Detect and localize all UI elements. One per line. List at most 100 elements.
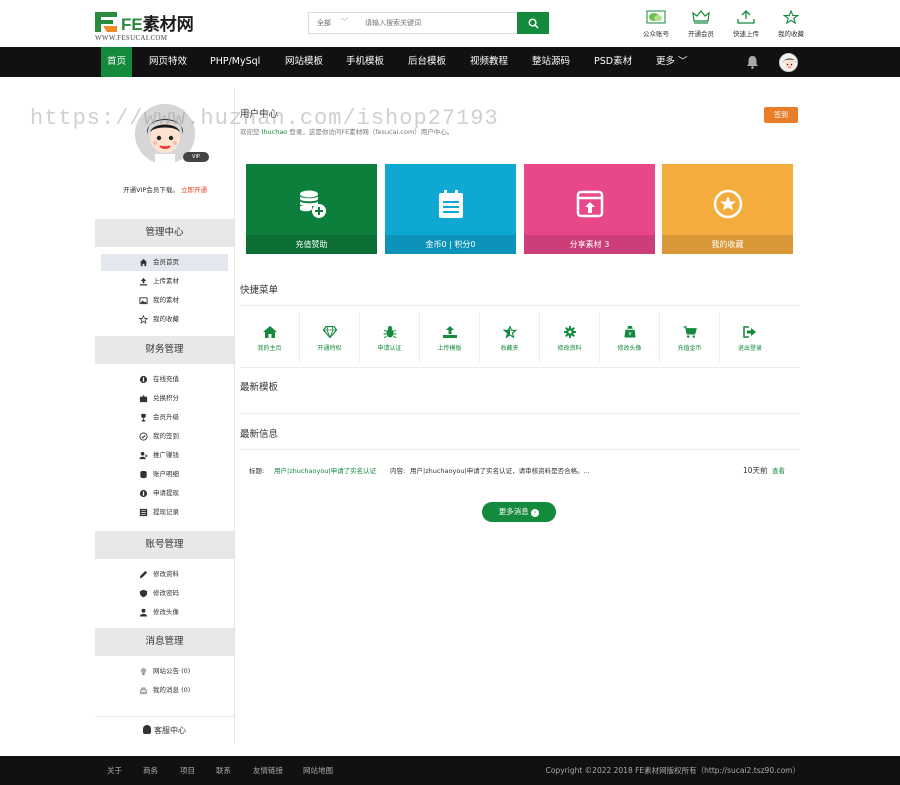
quick-logout[interactable]: 退出登录 (720, 312, 780, 362)
search-button[interactable] (517, 12, 549, 34)
header-upload[interactable]: 快速上传 (731, 10, 761, 38)
sidebar-item-label: 修改资料 (153, 570, 179, 578)
user-plus-icon (139, 451, 148, 460)
coin-icon (139, 489, 148, 498)
nav-full-source[interactable]: 整站源码 (526, 47, 576, 77)
coin-icon (139, 375, 148, 384)
pencil-icon (139, 570, 148, 579)
quick-favorites[interactable]: 收藏夹 (480, 312, 540, 362)
sidebar-item-upgrade[interactable]: 会员升级 (101, 409, 228, 426)
quick-recharge-coins[interactable]: 充值金币 (660, 312, 720, 362)
quick-edit-avatar[interactable]: ¥ 修改头像 (600, 312, 660, 362)
nav-admin-templates[interactable]: 后台模板 (402, 47, 452, 77)
sidebar-item-withdraw-records[interactable]: 提现记录 (101, 504, 228, 521)
quick-upload-template[interactable]: 上传模板 (420, 312, 480, 362)
nav-web-effects[interactable]: 网页特效 (143, 47, 193, 77)
quick-label: 开通特权 (317, 345, 342, 352)
footer-link-about[interactable]: 关于 (107, 765, 122, 776)
logo-mark-icon (95, 12, 117, 32)
sign-in-button[interactable]: 签到 (764, 107, 798, 123)
news-view-link[interactable]: 查看 (772, 465, 785, 475)
footer-link-friends[interactable]: 友情链接 (253, 765, 283, 776)
svg-text:¥: ¥ (628, 332, 631, 338)
quick-label: 退出登录 (737, 345, 762, 352)
main-nav: 首页 网页特效 PHP/MySql 网站模板 手机模板 后台模板 视频教程 整站… (0, 47, 900, 77)
header-icon-label: 公众账号 (643, 30, 669, 38)
sidebar-item-withdraw[interactable]: 申请提现 (101, 485, 228, 502)
vip-text: 开通VIP会员下载。 (123, 186, 179, 194)
sidebar-item-announcements[interactable]: 网站公告 (0) (101, 663, 228, 680)
sidebar-item-account-details[interactable]: 账户明细 (101, 466, 228, 483)
footer-link-projects[interactable]: 项目 (180, 765, 195, 776)
sidebar-item-favorites[interactable]: 我的收藏 (101, 311, 228, 328)
star-icon (783, 10, 799, 24)
quick-label: 修改资料 (557, 345, 582, 352)
bell-icon[interactable] (746, 55, 759, 69)
card-favorites[interactable]: 我的收藏 (662, 164, 793, 254)
sidebar-item-label: 修改密码 (153, 589, 179, 597)
sidebar: VIP 开通VIP会员下载。 立即开通 管理中心 会员首页 上传素材 我的素材 … (95, 89, 235, 744)
card-shared[interactable]: 分享素材 3 (524, 164, 655, 254)
sidebar-item-my-materials[interactable]: 我的素材 (101, 292, 228, 309)
logo-url: WWW.FESUCAI.COM (95, 34, 168, 42)
quick-menu-title: 快捷菜单 (240, 285, 279, 296)
check-circle-icon (139, 432, 148, 441)
sidebar-item-checkin[interactable]: 我的签到 (101, 428, 228, 445)
nav-site-templates[interactable]: 网站模板 (279, 47, 329, 77)
header-favorites[interactable]: 我的收藏 (776, 10, 806, 38)
header-vip[interactable]: 开通会员 (686, 10, 716, 38)
user-avatar-small[interactable] (779, 53, 798, 72)
footer-link-business[interactable]: 商务 (143, 765, 158, 776)
vip-open-link[interactable]: 立即开通 (181, 186, 207, 194)
database-icon (140, 470, 147, 479)
more-messages-button[interactable]: 更多消息 › (482, 502, 556, 522)
sidebar-item-upload[interactable]: 上传素材 (101, 273, 228, 290)
card-label: 金币0 | 积分0 (385, 235, 516, 254)
footer-link-sitemap[interactable]: 网站地图 (303, 765, 333, 776)
customer-service-link[interactable]: 客服中心 (95, 716, 234, 744)
nav-psd[interactable]: PSD素材 (588, 47, 638, 77)
divider (240, 413, 800, 414)
nav-more[interactable]: 更多 ﹀ (650, 47, 694, 77)
search-input[interactable] (365, 13, 515, 33)
sidebar-item-change-avatar[interactable]: 修改头像 (101, 604, 228, 621)
sidebar-item-exchange-points[interactable]: 兑换积分 (101, 390, 228, 407)
footer-copyright: Copyright ©2022 2018 FE素材网版权所有（http://su… (545, 766, 800, 775)
quick-label: 上传模板 (437, 345, 462, 352)
sidebar-item-edit-profile[interactable]: 修改资料 (101, 566, 228, 583)
search-category[interactable]: 全部 (317, 18, 331, 28)
upload-icon (737, 10, 755, 24)
news-time: 10天前 (743, 466, 768, 475)
sidebar-item-label: 我的签到 (153, 432, 179, 440)
card-recharge[interactable]: 充值赞助 (246, 164, 377, 254)
chevron-down-icon[interactable]: ﹀ (341, 17, 348, 27)
sidebar-item-label: 申请提现 (153, 489, 179, 497)
sidebar-item-promote[interactable]: 推广赚钱 (101, 447, 228, 464)
sidebar-item-label: 上传素材 (153, 277, 179, 285)
shield-icon (139, 589, 148, 598)
header-wechat[interactable]: 公众账号 (641, 10, 671, 38)
nav-video-tutorials[interactable]: 视频教程 (464, 47, 514, 77)
nav-mobile-templates[interactable]: 手机模板 (340, 47, 390, 77)
sidebar-item-my-messages[interactable]: 我的消息 (0) (101, 682, 228, 699)
divider (240, 305, 800, 306)
sidebar-item-recharge[interactable]: 在线充值 (101, 371, 228, 388)
news-content-prefix: 内容: (390, 467, 406, 475)
nav-home[interactable]: 首页 (101, 47, 133, 77)
sidebar-item-member-home[interactable]: 会员首页 (101, 254, 228, 271)
quick-privileges[interactable]: 开通特权 (300, 312, 360, 362)
footer-link-contact[interactable]: 联系 (216, 765, 231, 776)
site-logo[interactable]: FE素材网 WWW.FESUCAI.COM (95, 12, 225, 42)
sidebar-item-change-password[interactable]: 修改密码 (101, 585, 228, 602)
nav-php-mysql[interactable]: PHP/MySql (204, 47, 266, 77)
news-title-link[interactable]: 用户|zhuchaoyou|申请了实名认证 (274, 465, 376, 475)
quick-verify[interactable]: 申请认证 (360, 312, 420, 362)
sidebar-item-label: 提现记录 (153, 508, 179, 516)
divider (240, 449, 800, 450)
inbox-icon (139, 687, 148, 695)
quick-my-home[interactable]: 我的主页 (240, 312, 300, 362)
wechat-icon (646, 10, 666, 24)
divider (240, 367, 800, 368)
quick-edit-profile[interactable]: 修改资料 (540, 312, 600, 362)
card-balance[interactable]: 金币0 | 积分0 (385, 164, 516, 254)
